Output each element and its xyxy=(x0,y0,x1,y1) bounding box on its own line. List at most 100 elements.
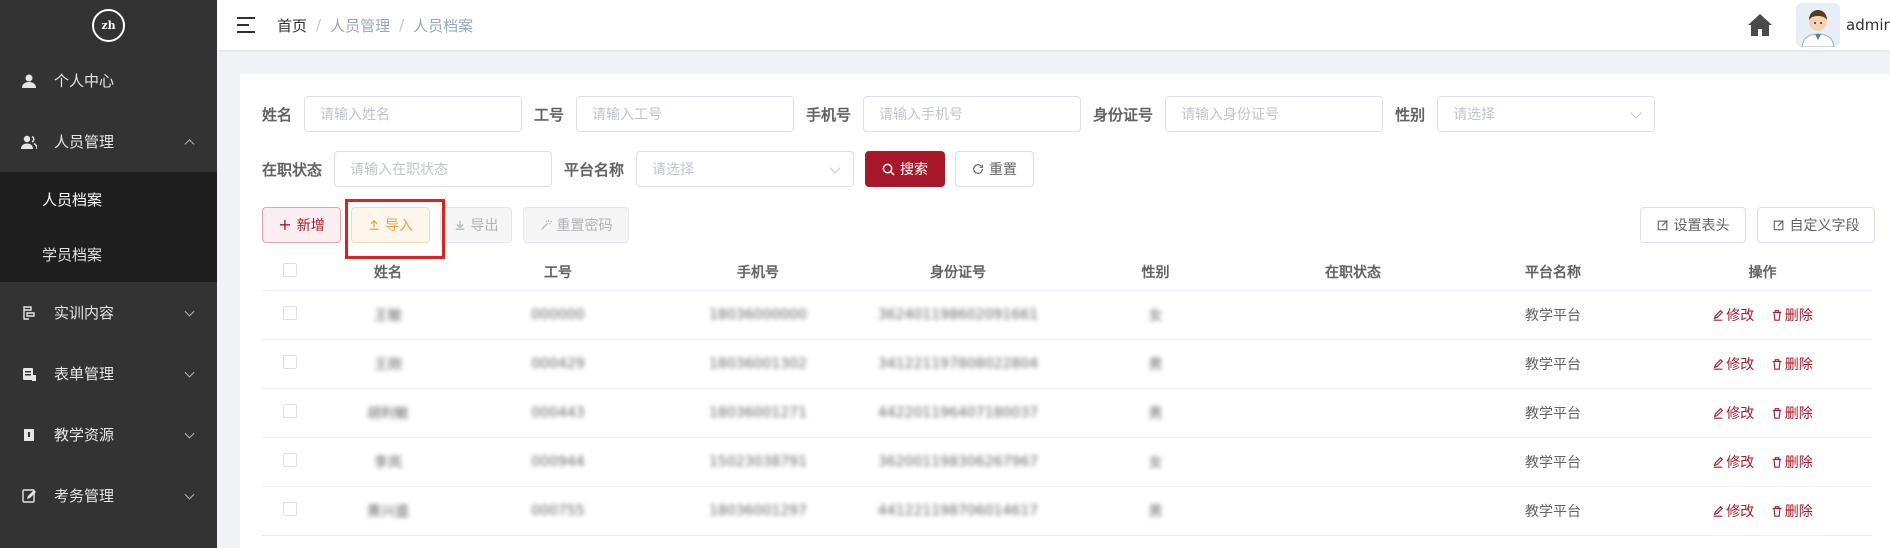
chevron-down-icon xyxy=(184,489,195,500)
menu-label: 实训内容 xyxy=(54,304,115,322)
edit-button[interactable]: 修改 xyxy=(1712,403,1754,423)
user-icon xyxy=(20,72,38,90)
row-checkbox[interactable] xyxy=(283,355,297,369)
menu-toggle-icon[interactable] xyxy=(237,17,255,33)
menu-label: 表单管理 xyxy=(54,365,115,383)
menu-label: 人员管理 xyxy=(54,133,115,151)
name-label: 姓名 xyxy=(262,105,293,124)
cell-name: 胡利敏 xyxy=(367,406,409,422)
delete-button[interactable]: 删除 xyxy=(1771,501,1813,521)
sidebar-item-personnel-archive[interactable]: 人员档案 xyxy=(0,172,217,227)
edit-icon xyxy=(1657,220,1668,231)
status-input[interactable]: 请输入在职状态 xyxy=(334,151,553,187)
cell-actions: 修改 删除 xyxy=(1653,305,1872,325)
menu-item-forms[interactable]: 表单管理 xyxy=(0,343,217,404)
chevron-down-icon xyxy=(1630,107,1642,119)
edit-button[interactable]: 修改 xyxy=(1712,452,1754,472)
cell-gender: 男 xyxy=(1148,504,1163,520)
plus-icon: + xyxy=(278,215,292,234)
edit-button[interactable]: 修改 xyxy=(1712,305,1754,325)
top-header: 首页 / 人员管理 / 人员档案 admin xyxy=(217,0,1890,50)
custom-field-button[interactable]: 自定义字段 xyxy=(1757,207,1875,243)
cell-platform: 教学平台 xyxy=(1525,406,1581,422)
export-button[interactable]: 导出 xyxy=(440,207,512,243)
avatar[interactable] xyxy=(1796,3,1840,47)
delete-button[interactable]: 删除 xyxy=(1771,452,1813,472)
row-checkbox[interactable] xyxy=(283,453,297,467)
table-toolbar: + 新增 导入 导出 重置密码 设置表头 自定义字段 xyxy=(262,207,1875,243)
cell-gender: 男 xyxy=(1148,357,1163,373)
chevron-down-icon xyxy=(829,162,841,174)
menu-item-personal-center[interactable]: 个人中心 xyxy=(0,50,217,111)
logo-mark: zh xyxy=(92,8,125,42)
main-panel: 姓名 请输入姓名 工号 请输入工号 手机号 请输入手机号 身份证号 请输入身份证… xyxy=(240,74,1890,548)
username[interactable]: admin xyxy=(1846,16,1890,34)
cell-platform: 教学平台 xyxy=(1525,357,1581,373)
row-checkbox[interactable] xyxy=(283,306,297,320)
trash-icon xyxy=(1772,506,1782,517)
resource-icon xyxy=(20,426,38,444)
form-icon xyxy=(20,365,38,383)
import-button[interactable]: 导入 xyxy=(351,207,430,243)
menu-item-training[interactable]: 实训内容 xyxy=(0,282,217,343)
name-input[interactable]: 请输入姓名 xyxy=(304,96,523,132)
sidebar-item-student-archive[interactable]: 学员档案 xyxy=(0,227,217,282)
search-row-2: 在职状态 请输入在职状态 平台名称 请选择 搜索 重置 xyxy=(262,151,1035,187)
cell-idcard: 441221198706014617 xyxy=(877,503,1039,519)
cell-gender: 男 xyxy=(1148,406,1163,422)
menu-item-personnel[interactable]: 人员管理 xyxy=(0,111,217,172)
reset-password-button[interactable]: 重置密码 xyxy=(523,207,629,243)
gender-select[interactable]: 请选择 xyxy=(1437,96,1656,132)
trash-icon xyxy=(1772,310,1782,321)
cell-jobno: 000755 xyxy=(531,503,585,519)
col-name: 姓名 xyxy=(374,264,402,281)
menu-item-exam[interactable]: 考务管理 xyxy=(0,465,217,526)
cell-name: 黄兴盛 xyxy=(367,504,409,520)
cell-name: 李岚 xyxy=(374,455,402,471)
breadcrumb-archive: 人员档案 xyxy=(413,16,474,35)
cell-platform: 教学平台 xyxy=(1525,308,1581,324)
idcard-input[interactable]: 请输入身份证号 xyxy=(1165,96,1384,132)
edit-icon xyxy=(1773,220,1784,231)
sidebar: zh 个人中心 人员管理 人员档案 学员档案 实训内容 表单管理 教学资源 考务… xyxy=(0,0,217,548)
jobno-input[interactable]: 请输入工号 xyxy=(576,96,795,132)
delete-button[interactable]: 删除 xyxy=(1771,403,1813,423)
reset-button[interactable]: 重置 xyxy=(955,151,1035,187)
cell-gender: 女 xyxy=(1148,455,1163,471)
magic-wand-icon xyxy=(540,219,552,230)
home-icon[interactable] xyxy=(1746,11,1774,39)
menu-item-resources[interactable]: 教学资源 xyxy=(0,404,217,465)
col-jobno: 工号 xyxy=(544,264,572,281)
download-icon xyxy=(455,220,464,230)
logo: zh xyxy=(0,0,217,50)
jobno-label: 工号 xyxy=(534,105,565,124)
platform-select[interactable]: 请选择 xyxy=(636,151,855,187)
edit-button[interactable]: 修改 xyxy=(1712,354,1754,374)
cell-jobno: 000000 xyxy=(531,307,585,323)
select-all-checkbox[interactable] xyxy=(283,262,297,277)
set-header-button[interactable]: 设置表头 xyxy=(1640,207,1746,243)
edit-button[interactable]: 修改 xyxy=(1712,501,1754,521)
row-checkbox[interactable] xyxy=(283,502,297,516)
chevron-down-icon xyxy=(184,367,195,378)
breadcrumb-home[interactable]: 首页 xyxy=(277,15,307,36)
cell-idcard: 362001198306267967 xyxy=(877,454,1039,470)
gender-label: 性别 xyxy=(1395,105,1426,124)
delete-button[interactable]: 删除 xyxy=(1771,354,1813,374)
search-button[interactable]: 搜索 xyxy=(865,151,946,187)
submenu-personnel: 人员档案 学员档案 xyxy=(0,172,217,282)
breadcrumb-personnel[interactable]: 人员管理 xyxy=(330,15,390,36)
phone-input[interactable]: 请输入手机号 xyxy=(863,96,1082,132)
cell-jobno: 000429 xyxy=(531,356,585,372)
cell-phone: 18036001271 xyxy=(709,405,807,421)
header-right: admin xyxy=(1746,0,1890,50)
cell-actions: 修改 删除 xyxy=(1653,452,1872,472)
trash-icon xyxy=(1772,408,1782,419)
delete-button[interactable]: 删除 xyxy=(1771,305,1813,325)
col-idcard: 身份证号 xyxy=(930,264,986,281)
table-header: 姓名 工号 手机号 身份证号 性别 在职状态 平台名称 操作 xyxy=(262,253,1872,291)
add-button[interactable]: + 新增 xyxy=(262,207,341,243)
cell-name: 王敏 xyxy=(374,308,402,324)
chevron-down-icon xyxy=(184,428,195,439)
row-checkbox[interactable] xyxy=(283,404,297,418)
